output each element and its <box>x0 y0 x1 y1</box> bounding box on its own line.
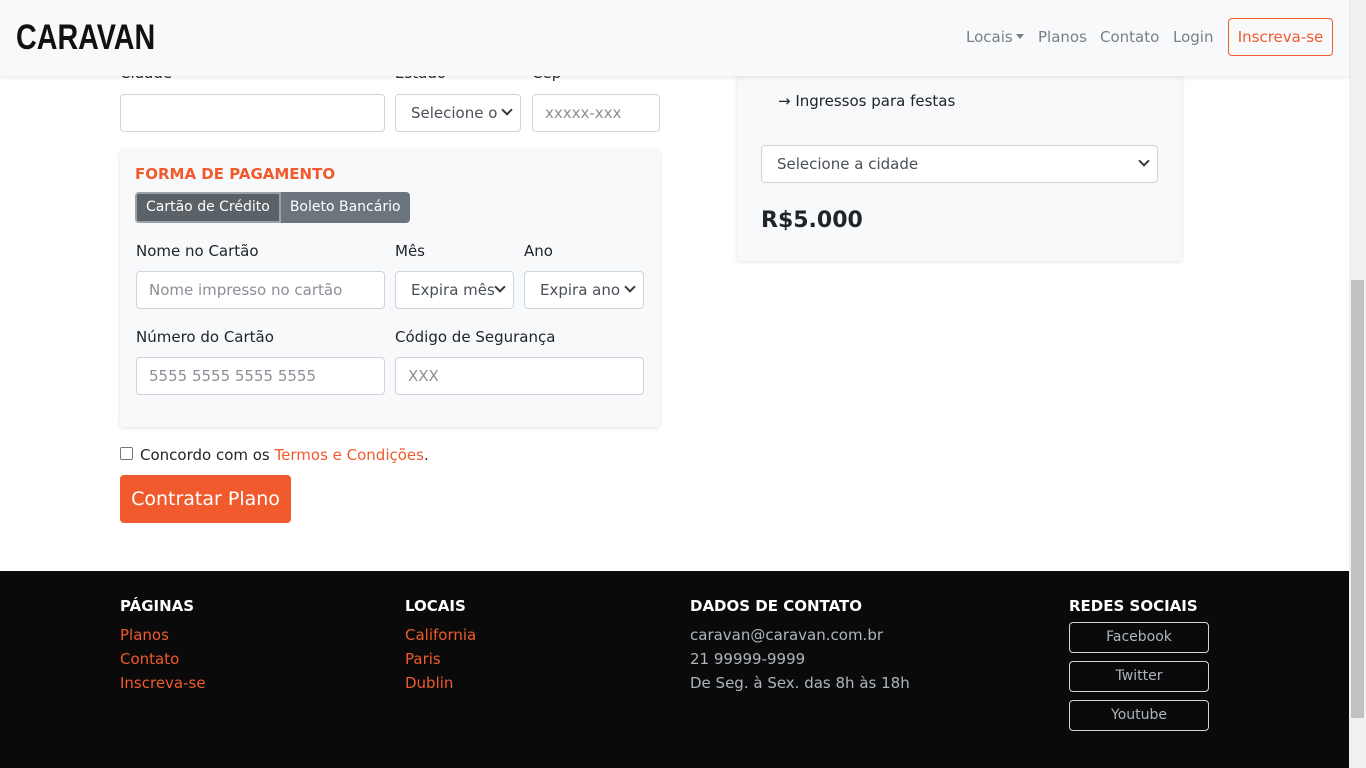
footer-phone: 21 99999-9999 <box>690 650 806 668</box>
footer-hours: De Seg. à Sex. das 8h às 18h <box>690 674 910 692</box>
footer-link-dublin[interactable]: Dublin <box>405 674 453 692</box>
tab-bank-slip[interactable]: Boleto Bancário <box>280 192 410 223</box>
terms-link[interactable]: Termos e Condições <box>275 446 424 464</box>
card-name-label: Nome no Cartão <box>136 242 259 260</box>
footer-link-planos[interactable]: Planos <box>120 626 169 644</box>
terms-text: Concordo com os Termos e Condições. <box>140 446 429 464</box>
page-scrollbar[interactable] <box>1349 0 1366 768</box>
card-number-label: Número do Cartão <box>136 328 274 346</box>
cvv-label: Código de Segurança <box>395 328 556 346</box>
footer-link-california[interactable]: California <box>405 626 476 644</box>
chevron-down-icon <box>501 104 513 116</box>
scrollbar-thumb[interactable] <box>1351 280 1364 718</box>
footer-email: caravan@caravan.com.br <box>690 626 884 644</box>
state-select-value: Selecione o <box>411 104 498 122</box>
contract-plan-button[interactable]: Contratar Plano <box>120 475 291 523</box>
city-select[interactable]: Selecione a cidade <box>761 145 1158 183</box>
tab-credit-card[interactable]: Cartão de Crédito <box>135 192 281 223</box>
chevron-down-icon <box>494 281 506 293</box>
footer-locations-title: LOCAIS <box>405 597 466 615</box>
payment-title: FORMA DE PAGAMENTO <box>135 165 336 183</box>
city-input[interactable] <box>120 94 385 132</box>
zip-input[interactable]: xxxxx-xxx <box>532 94 660 132</box>
facebook-button[interactable]: Facebook <box>1069 622 1209 653</box>
nav-login[interactable]: Login <box>1173 28 1213 46</box>
payment-method-tabs: Cartão de Crédito Boleto Bancário <box>135 192 410 223</box>
year-select[interactable]: Expira ano <box>524 271 644 309</box>
year-select-value: Expira ano <box>540 281 621 299</box>
youtube-button[interactable]: Youtube <box>1069 700 1209 731</box>
nav-locais-label: Locais <box>966 28 1013 46</box>
chevron-down-icon <box>1138 155 1150 167</box>
nav-locais[interactable]: Locais <box>966 28 1024 46</box>
chevron-down-icon <box>624 281 636 293</box>
city-select-value: Selecione a cidade <box>777 155 919 173</box>
caret-down-icon <box>1015 34 1024 39</box>
state-select[interactable]: Selecione o <box>395 94 521 132</box>
footer-contact-title: DADOS DE CONTATO <box>690 597 863 615</box>
footer-pages-title: PÁGINAS <box>120 597 195 615</box>
month-select-value: Expira mês <box>411 281 495 299</box>
terms-checkbox[interactable] <box>120 447 133 460</box>
summary-item: → Ingressos para festas <box>778 92 956 110</box>
twitter-button[interactable]: Twitter <box>1069 661 1209 692</box>
plan-price: R$5.000 <box>761 208 863 233</box>
card-name-input[interactable]: Nome impresso no cartão <box>136 271 385 309</box>
terms-suffix: . <box>423 446 429 464</box>
cvv-input[interactable]: XXX <box>395 357 644 395</box>
month-select[interactable]: Expira mês <box>395 271 514 309</box>
footer-link-inscreva-se[interactable]: Inscreva-se <box>120 674 206 692</box>
card-number-input[interactable]: 5555 5555 5555 5555 <box>136 357 385 395</box>
year-label: Ano <box>524 242 553 260</box>
month-label: Mês <box>395 242 425 260</box>
footer-social-title: REDES SOCIAIS <box>1069 597 1198 615</box>
nav-contato[interactable]: Contato <box>1100 28 1159 46</box>
footer-link-contato[interactable]: Contato <box>120 650 179 668</box>
nav-planos[interactable]: Planos <box>1038 28 1087 46</box>
brand-logo[interactable]: CARAVAN <box>16 18 155 58</box>
footer-link-paris[interactable]: Paris <box>405 650 441 668</box>
terms-prefix: Concordo com os <box>140 446 270 464</box>
navbar: CARAVAN Locais Planos Contato Login Insc… <box>0 0 1349 76</box>
signup-button[interactable]: Inscreva-se <box>1228 18 1333 56</box>
